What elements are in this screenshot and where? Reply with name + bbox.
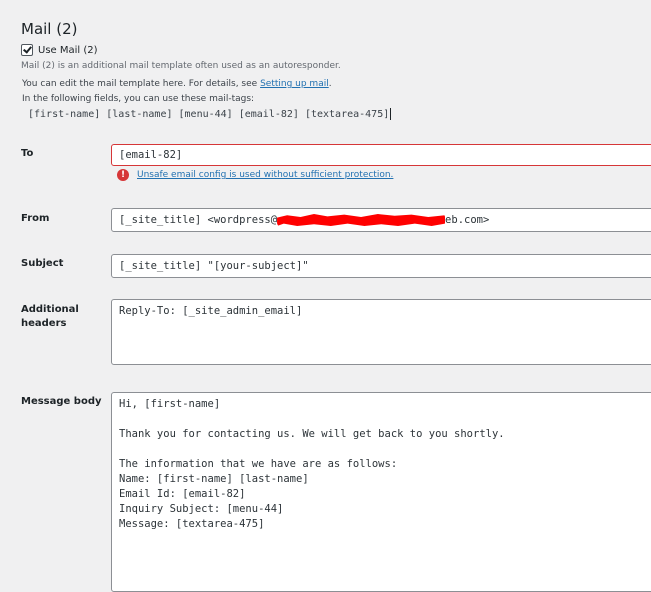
from-value-prefix: [_site_title] <wordpress@	[119, 214, 278, 226]
body-line: The information that we have are as foll…	[119, 458, 398, 470]
headers-textarea[interactable]: Reply-To: [_site_admin_email]	[111, 299, 651, 365]
body-line: Inquiry Subject: [menu-44]	[119, 503, 284, 515]
to-value: [email-82]	[119, 149, 183, 161]
subject-label: Subject	[21, 258, 64, 269]
mail-tags-intro: In the following fields, you can use the…	[22, 94, 255, 104]
help-prefix: You can edit the mail template here. For…	[22, 79, 261, 89]
mail2-description: Mail (2) is an additional mail template …	[21, 61, 341, 71]
body-line: Hi, [first-name]	[119, 398, 221, 410]
headers-label: Additional headers	[21, 304, 79, 329]
mail-tags: [first-name] [last-name] [menu-44] [emai…	[28, 109, 390, 120]
body-label: Message body	[21, 396, 102, 407]
from-value-suffix: eb.com>	[445, 214, 490, 226]
body-line: Message: [textarea-475]	[119, 518, 265, 530]
unsafe-config-link[interactable]: Unsafe email config is used without suff…	[137, 170, 393, 180]
help-suffix: .	[328, 79, 332, 89]
use-mail2-label: Use Mail (2)	[38, 44, 98, 56]
from-input[interactable]: [_site_title] <wordpress@ eb.com>	[111, 208, 651, 232]
body-textarea[interactable]: Hi, [first-name] Thank you for contactin…	[111, 392, 651, 592]
from-label: From	[21, 213, 50, 224]
body-line: Name: [first-name] [last-name]	[119, 473, 309, 485]
body-line: Email Id: [email-82]	[119, 488, 246, 500]
use-mail2-checkbox[interactable]	[21, 44, 33, 56]
setting-up-mail-link[interactable]: Setting up mail	[260, 79, 329, 89]
to-error: ! Unsafe email config is used without su…	[117, 169, 393, 181]
redaction-mark	[277, 214, 446, 226]
subject-value: [_site_title] "[your-subject]"	[119, 260, 309, 272]
body-line: Thank you for contacting us. We will get…	[119, 428, 505, 440]
mail-tags-list: [first-name] [last-name] [menu-44] [emai…	[28, 108, 392, 120]
text-caret	[390, 108, 392, 120]
use-mail2-checkbox-row[interactable]: Use Mail (2)	[21, 44, 98, 56]
subject-input[interactable]: [_site_title] "[your-subject]"	[111, 254, 651, 278]
headers-value: Reply-To: [_site_admin_email]	[119, 305, 303, 317]
to-input[interactable]: [email-82]	[111, 144, 651, 166]
error-icon: !	[117, 169, 129, 181]
section-title: Mail (2)	[21, 20, 78, 38]
to-label: To	[21, 148, 34, 159]
body-line	[119, 442, 651, 457]
body-line	[119, 412, 651, 427]
help-text: You can edit the mail template here. For…	[22, 79, 332, 89]
